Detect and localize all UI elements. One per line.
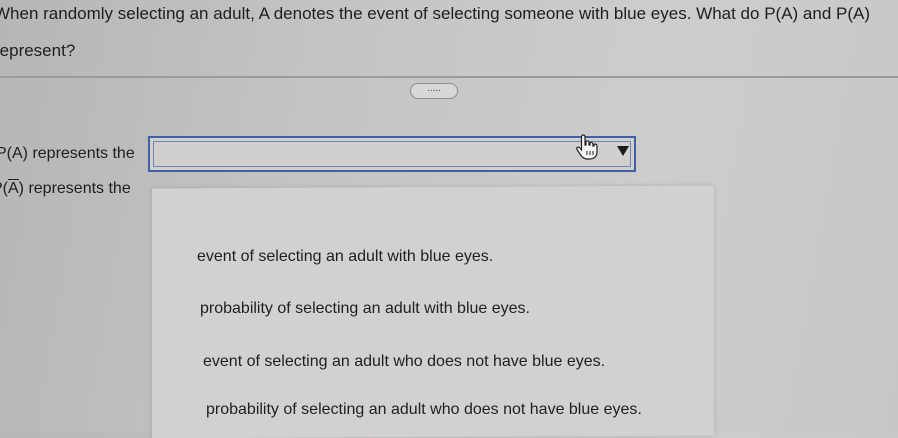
more-options-button[interactable]: .....: [410, 83, 458, 99]
hand-pointer-icon: [573, 132, 601, 162]
answer-select-pa[interactable]: [148, 136, 636, 172]
row2-letter: A: [8, 179, 19, 197]
row2-suffix: ) represents the: [18, 180, 131, 197]
option-event-blue-eyes[interactable]: event of selecting an adult with blue ey…: [197, 248, 493, 266]
select-inner: [153, 141, 631, 167]
question-line-2: represent?: [0, 41, 76, 60]
section-divider: [0, 76, 898, 78]
triangle-down-icon[interactable]: [612, 140, 634, 162]
option-event-not-blue-eyes[interactable]: event of selecting an adult who does not…: [203, 353, 605, 371]
question-line-1: When randomly selecting an adult, A deno…: [0, 4, 870, 23]
row-label-pa: P(A) represents the: [0, 145, 135, 162]
row-label-pa-complement: P(A) represents the: [0, 179, 131, 198]
row2-prefix: P(: [0, 180, 8, 197]
option-probability-blue-eyes[interactable]: probability of selecting an adult with b…: [200, 300, 530, 318]
option-probability-not-blue-eyes[interactable]: probability of selecting an adult who do…: [206, 401, 642, 419]
